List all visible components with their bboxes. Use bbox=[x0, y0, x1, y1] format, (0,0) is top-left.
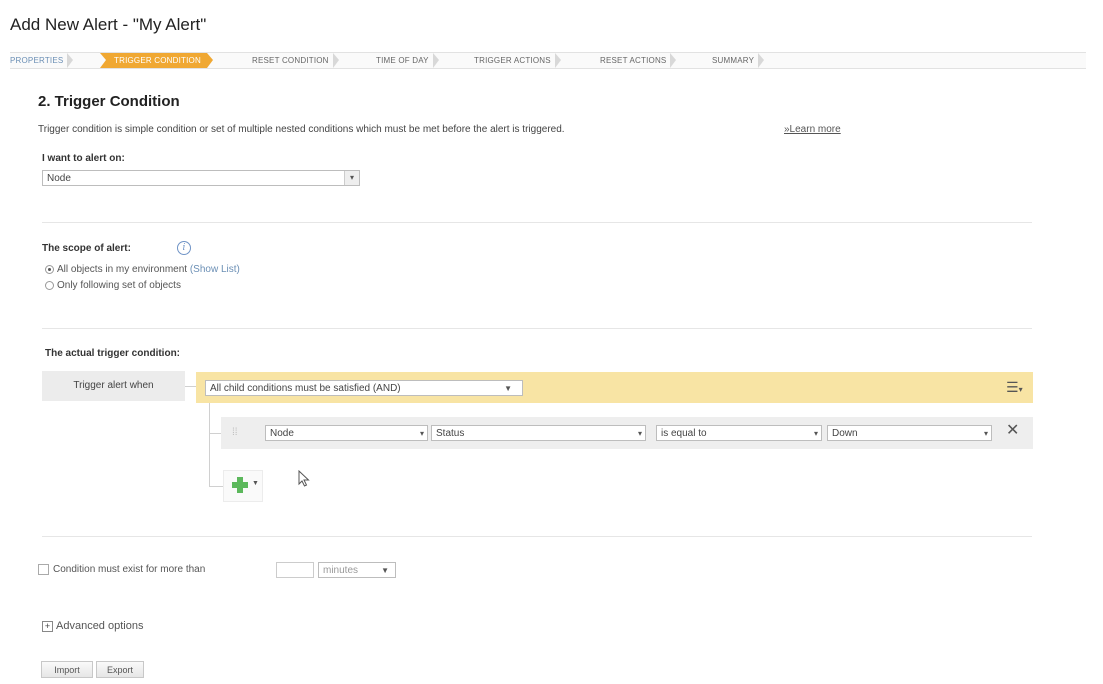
chevron-down-icon: ▾ bbox=[344, 171, 359, 185]
chevron-down-icon: ▼ bbox=[381, 566, 389, 575]
condition-duration-label: Condition must exist for more than bbox=[53, 564, 206, 575]
export-button[interactable]: Export bbox=[96, 661, 144, 678]
duration-unit-value: minutes bbox=[323, 565, 359, 576]
green-plus-icon bbox=[232, 477, 248, 493]
duration-input[interactable] bbox=[276, 562, 314, 578]
wizard-step-trigger-actions[interactable]: TRIGGER ACTIONS bbox=[474, 53, 561, 68]
wizard-step-summary[interactable]: SUMMARY bbox=[712, 53, 765, 68]
condition-value-value: Down bbox=[832, 428, 858, 439]
expand-plus-icon[interactable]: + bbox=[42, 621, 53, 632]
trigger-condition-label: The actual trigger condition: bbox=[45, 348, 181, 359]
chevron-down-icon: ▼ bbox=[252, 480, 259, 487]
wizard-step-reset-condition[interactable]: RESET CONDITION bbox=[252, 53, 339, 68]
condition-value-select[interactable]: Down ▾ bbox=[827, 425, 992, 441]
scope-option-following[interactable]: Only following set of objects bbox=[45, 280, 181, 291]
alert-on-value: Node bbox=[47, 173, 71, 184]
hamburger-menu-icon[interactable]: ☰▾ bbox=[1006, 380, 1023, 397]
wizard-step-time-of-day[interactable]: TIME OF DAY bbox=[376, 53, 439, 68]
wizard-step-reset-actions[interactable]: RESET ACTIONS bbox=[600, 53, 678, 68]
wizard-steps: PROPERTIES TRIGGER CONDITION RESET CONDI… bbox=[10, 52, 1086, 69]
condition-operator-select[interactable]: is equal to ▾ bbox=[656, 425, 822, 441]
close-icon[interactable]: ✕ bbox=[1006, 423, 1019, 439]
advanced-options-label[interactable]: Advanced options bbox=[56, 620, 143, 632]
duration-unit-select[interactable]: minutes ▼ bbox=[318, 562, 396, 578]
show-list-link[interactable]: (Show List) bbox=[190, 264, 240, 275]
alert-on-select[interactable]: Node ▾ bbox=[42, 170, 360, 186]
learn-more-link[interactable]: »Learn more bbox=[784, 124, 841, 135]
tree-connector bbox=[185, 386, 196, 387]
mouse-pointer-icon bbox=[298, 470, 310, 487]
section-heading: 2. Trigger Condition bbox=[38, 93, 180, 110]
page-title: Add New Alert - "My Alert" bbox=[10, 15, 207, 34]
add-condition-button[interactable]: ▼ bbox=[223, 470, 263, 502]
radio-all-objects[interactable] bbox=[45, 264, 54, 274]
section-description: Trigger condition is simple condition or… bbox=[38, 124, 565, 135]
trigger-alert-when-label: Trigger alert when bbox=[42, 371, 185, 401]
chevron-down-icon: ▾ bbox=[637, 429, 642, 438]
chevron-down-icon: ▾ bbox=[813, 429, 818, 438]
divider bbox=[42, 222, 1032, 223]
condition-object-value: Node bbox=[270, 428, 294, 439]
wizard-step-trigger-condition[interactable]: TRIGGER CONDITION bbox=[100, 53, 213, 68]
divider bbox=[42, 328, 1032, 329]
tree-connector bbox=[209, 433, 221, 434]
group-operator-select[interactable]: All child conditions must be satisfied (… bbox=[205, 380, 523, 396]
condition-field-value: Status bbox=[436, 428, 465, 439]
group-operator-value: All child conditions must be satisfied (… bbox=[210, 383, 401, 394]
scope-option-all[interactable]: All objects in my environment (Show List… bbox=[45, 264, 240, 275]
scope-label: The scope of alert: bbox=[42, 243, 131, 254]
info-icon[interactable]: i bbox=[177, 241, 191, 255]
wizard-step-properties[interactable]: PROPERTIES bbox=[10, 53, 74, 68]
chevron-down-icon: ▼ bbox=[504, 384, 512, 393]
tree-connector bbox=[209, 486, 223, 487]
scope-option-all-label: All objects in my environment bbox=[57, 264, 188, 275]
condition-field-select[interactable]: Status ▾ bbox=[431, 425, 646, 441]
scope-option-following-label: Only following set of objects bbox=[57, 280, 181, 291]
condition-duration-checkbox[interactable] bbox=[38, 564, 49, 575]
drag-handle-icon[interactable]: ⁞⁞ bbox=[232, 427, 238, 438]
alert-on-label: I want to alert on: bbox=[42, 153, 125, 164]
condition-operator-value: is equal to bbox=[661, 428, 707, 439]
radio-following-objects[interactable] bbox=[45, 280, 54, 290]
divider bbox=[42, 536, 1032, 537]
chevron-down-icon: ▾ bbox=[419, 429, 424, 438]
import-button[interactable]: Import bbox=[41, 661, 93, 678]
condition-object-select[interactable]: Node ▾ bbox=[265, 425, 428, 441]
tree-connector bbox=[209, 403, 210, 487]
chevron-down-icon: ▾ bbox=[983, 429, 988, 438]
